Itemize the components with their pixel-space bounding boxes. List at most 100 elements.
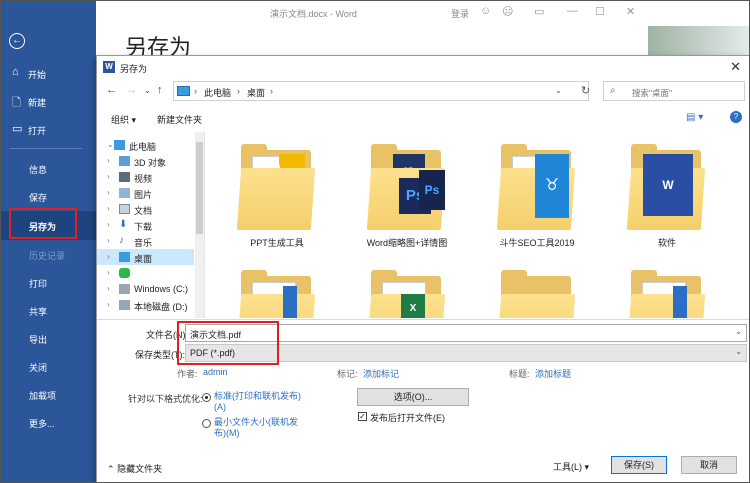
new-folder-button[interactable]: 新建文件夹 — [157, 113, 202, 126]
expand-arrow-icon[interactable]: › — [107, 204, 110, 213]
back-icon[interactable]: ← — [106, 84, 117, 96]
tree-item-drive-c[interactable]: › Windows (C:) — [97, 281, 194, 297]
search-input[interactable]: ⌕ 搜索"桌面" — [603, 81, 745, 101]
hide-folders-toggle[interactable]: ⌃ 隐藏文件夹 — [107, 462, 162, 475]
tree-item-this-pc[interactable]: ⌄ 此电脑 — [97, 137, 194, 153]
collapse-arrow-icon[interactable]: ⌄ — [107, 140, 114, 149]
ribbon-display-icon[interactable]: ▭ — [534, 5, 544, 18]
save-button[interactable]: 保存(S) — [611, 456, 667, 474]
address-dropdown-icon[interactable]: ⌄ — [555, 86, 562, 95]
address-bar[interactable]: › 此电脑 › 桌面 › — [173, 81, 589, 101]
open-after-publish-label[interactable]: 发布后打开文件(E) — [370, 411, 445, 424]
cancel-button[interactable]: 取消 — [681, 456, 737, 474]
options-button[interactable]: 选项(O)... — [357, 388, 469, 406]
radio-standard-label[interactable]: 标准(打印和联机发布) — [214, 391, 301, 402]
tree-item-label: 桌面 — [134, 254, 153, 264]
sidebar-item-addins[interactable]: 加载项 — [0, 380, 96, 408]
smile-icon[interactable]: ☺ — [480, 5, 491, 17]
sidebar-item-save[interactable]: 保存 — [0, 182, 96, 210]
tree-item-desktop[interactable]: › 桌面 — [97, 249, 194, 265]
frown-icon[interactable]: ☹ — [502, 5, 513, 18]
tree-item-pictures[interactable]: › 图片 — [97, 185, 194, 201]
radio-minimum-size-key[interactable]: 布)(M) — [214, 428, 240, 439]
breadcrumb-item[interactable]: 桌面 — [247, 86, 265, 99]
back-arrow-icon[interactable]: ← — [9, 33, 25, 49]
folder-item[interactable]: 3D Ps Ps Word缩略图+详情图 — [347, 140, 467, 260]
folder-item[interactable]: ♉ 斗牛SEO工具2019 — [477, 140, 597, 260]
highlight-annotation-box — [177, 321, 279, 365]
help-icon[interactable]: ? — [730, 111, 742, 123]
sidebar-item-label: 打开 — [28, 126, 47, 136]
radio-standard-key[interactable]: (A) — [214, 402, 226, 413]
sidebar-item-open[interactable]: ▭ 打开 — [0, 115, 96, 143]
folder-name: 斗牛SEO工具2019 — [499, 238, 575, 248]
up-icon[interactable]: ↑ — [157, 84, 163, 96]
video-icon — [119, 172, 130, 182]
dialog-divider — [97, 319, 749, 320]
folder-item[interactable]: W 软件 — [607, 140, 727, 260]
tools-label: 工具(L) — [553, 462, 582, 472]
forward-icon[interactable]: → — [126, 84, 137, 96]
organize-button[interactable]: 组织 ▾ — [111, 113, 136, 126]
tree-item-music[interactable]: › ♪ 音乐 — [97, 233, 194, 249]
radio-standard[interactable] — [202, 393, 211, 402]
folder-item[interactable] — [477, 266, 597, 318]
expand-arrow-icon[interactable]: › — [107, 268, 110, 277]
recent-dropdown-icon[interactable]: ⌄ — [144, 86, 151, 95]
expand-arrow-icon[interactable]: › — [107, 300, 110, 309]
sidebar-item-share[interactable]: 共享 — [0, 296, 96, 324]
sidebar-item-label: 更多... — [29, 419, 55, 429]
tree-item-drive-d[interactable]: › 本地磁盘 (D:) — [97, 297, 194, 313]
maximize-icon[interactable]: ☐ — [595, 5, 605, 18]
folder-item[interactable] — [607, 266, 727, 318]
search-placeholder: 搜索"桌面" — [632, 88, 673, 98]
tree-item-3d-objects[interactable]: › 3D 对象 — [97, 153, 194, 169]
folder-item[interactable]: X — [347, 266, 467, 318]
tags-input[interactable]: 添加标记 — [363, 367, 399, 380]
title-input[interactable]: 添加标题 — [535, 367, 571, 380]
radio-minimum-size[interactable] — [202, 419, 211, 428]
window-close-icon[interactable]: ✕ — [626, 5, 635, 18]
sidebar-item-new[interactable]: 🗋 新建 — [0, 87, 96, 115]
view-options-icon[interactable]: ▤ ▾ — [686, 112, 703, 123]
login-link[interactable]: 登录 — [451, 7, 469, 20]
expand-arrow-icon[interactable]: › — [107, 252, 110, 261]
refresh-icon[interactable]: ↻ — [581, 84, 590, 97]
expand-arrow-icon[interactable]: › — [107, 236, 110, 245]
expand-arrow-icon[interactable]: › — [107, 220, 110, 229]
tree-scrollbar-thumb[interactable] — [196, 142, 203, 234]
breadcrumb-separator: › — [237, 86, 240, 96]
sidebar-item-print[interactable]: 打印 — [0, 268, 96, 296]
sidebar-item-history: 历史记录 — [0, 240, 96, 268]
title-label: 标题: — [509, 369, 530, 379]
chevron-down-icon[interactable]: ⌄ — [735, 347, 742, 356]
tools-dropdown[interactable]: 工具(L) ▾ — [553, 460, 589, 473]
dialog-title: 另存为 — [120, 64, 148, 74]
word-app-icon: W — [103, 61, 115, 73]
author-value[interactable]: admin — [203, 367, 228, 377]
3d-objects-icon — [119, 156, 130, 166]
sidebar-item-info[interactable]: 信息 — [0, 154, 96, 182]
radio-minimum-size-label[interactable]: 最小文件大小(联机发 — [214, 417, 298, 428]
expand-arrow-icon[interactable]: › — [107, 156, 110, 165]
sidebar-item-close[interactable]: 关闭 — [0, 352, 96, 380]
minimize-icon[interactable]: — — [567, 5, 578, 17]
expand-arrow-icon[interactable]: › — [107, 188, 110, 197]
drive-icon — [119, 284, 130, 294]
expand-arrow-icon[interactable]: › — [107, 172, 110, 181]
sidebar-item-home[interactable]: ⌂ 开始 — [0, 59, 96, 87]
expand-arrow-icon[interactable]: › — [107, 284, 110, 293]
tree-item-videos[interactable]: › 视频 — [97, 169, 194, 185]
breadcrumb-item[interactable]: 此电脑 — [204, 86, 231, 99]
tree-item-downloads[interactable]: › ⬇ 下载 — [97, 217, 194, 233]
folder-item[interactable] — [217, 266, 337, 318]
chevron-down-icon[interactable]: ⌄ — [735, 327, 742, 336]
tree-item-label: 文档 — [134, 206, 153, 216]
sidebar-item-more[interactable]: 更多... — [0, 408, 96, 436]
dialog-close-icon[interactable]: ✕ — [730, 59, 741, 75]
sidebar-item-export[interactable]: 导出 — [0, 324, 96, 352]
tree-item-app[interactable]: › — [97, 265, 194, 281]
open-after-publish-checkbox[interactable]: ✓ — [358, 412, 367, 421]
folder-item[interactable]: PPT生成工具 — [217, 140, 337, 260]
tree-item-documents[interactable]: › 文档 — [97, 201, 194, 217]
